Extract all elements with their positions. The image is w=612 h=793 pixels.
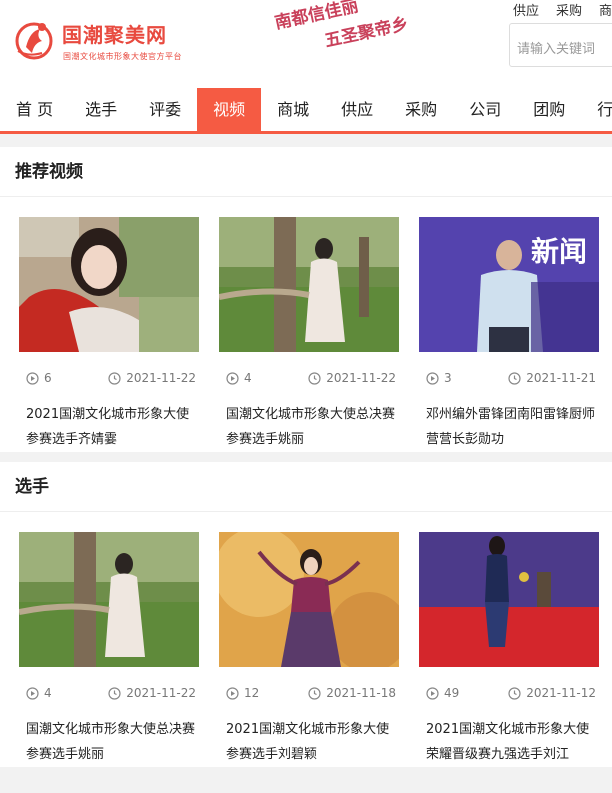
play-count-icon [226,371,239,385]
video-meta: 49 2021-11-12 [419,685,599,701]
play-count-icon [426,371,439,385]
publish-date: 2021-11-12 [526,686,596,700]
video-thumbnail[interactable] [19,217,199,352]
play-count-icon [26,686,39,700]
video-card[interactable]: 4 2021-11-22 国潮文化城市形象大使总决赛参赛选手姚丽 [219,217,399,452]
video-meta: 3 2021-11-21 [419,370,599,386]
card-list: 6 2021-11-22 2021国潮文化城市形象大使参赛选手齐婧霎 4 202… [0,197,612,452]
nav-item-judges[interactable]: 评委 [133,88,197,131]
clock-icon [108,686,121,700]
publish-date: 2021-11-21 [526,371,596,385]
section-title[interactable]: 推荐视频 [0,147,612,197]
publish-date: 2021-11-22 [326,371,396,385]
nav-item-purchase[interactable]: 采购 [389,88,453,131]
card-list: 4 2021-11-22 国潮文化城市形象大使总决赛参赛选手姚丽 12 2021… [0,512,612,767]
section-recommended-videos: 推荐视频 6 2021-11-22 2021国潮文化城市形象大使参赛选手齐婧霎 … [0,147,612,452]
video-title[interactable]: 国潮文化城市形象大使总决赛参赛选手姚丽 [19,717,199,767]
play-count-icon [26,371,39,385]
view-count: 4 [44,686,52,700]
video-title[interactable]: 国潮文化城市形象大使总决赛参赛选手姚丽 [219,402,399,452]
nav-item-supply[interactable]: 供应 [325,88,389,131]
clock-icon [508,371,521,385]
brand-subtitle: 国潮文化城市形象大使官方平台 [63,52,182,61]
nav-item-video[interactable]: 视频 [197,88,262,131]
brand-title[interactable]: 国潮聚美网 [62,19,167,48]
video-meta: 4 2021-11-22 [219,370,399,386]
clock-icon [308,371,321,385]
video-thumbnail[interactable]: 新闻 [419,217,599,352]
video-card[interactable]: 49 2021-11-12 2021国潮文化城市形象大使荣耀晋级赛九强选手刘江 [419,532,599,767]
video-card[interactable]: 6 2021-11-22 2021国潮文化城市形象大使参赛选手齐婧霎 [19,217,199,452]
view-count: 49 [444,686,460,700]
main-nav: 首 页 选手 评委 视频 商城 供应 采购 公司 团购 行 [0,88,612,134]
view-count: 4 [244,371,252,385]
banner-text: 新闻 [531,235,587,268]
toplink-purchase[interactable]: 采购 [556,0,582,19]
toplink-shop[interactable]: 商 [599,0,612,19]
video-thumbnail[interactable] [19,532,199,667]
nav-item-company[interactable]: 公司 [453,88,517,131]
nav-item-mall[interactable]: 商城 [261,88,325,131]
site-header: 国潮聚美网 国潮文化城市形象大使官方平台 南都信佳丽 五圣聚帝乡 供应 采购 商… [0,0,612,88]
video-thumbnail[interactable] [419,532,599,667]
video-title[interactable]: 邓州编外雷锋团南阳雷锋厨师营营长彭勋功 [419,402,599,452]
clock-icon [108,371,121,385]
nav-item-home[interactable]: 首 页 [0,88,69,131]
nav-item-contestants[interactable]: 选手 [69,88,133,131]
section-contestants: 选手 4 2021-11-22 国潮文化城市形象大使总决赛参赛选手姚丽 12 2… [0,462,612,767]
view-count: 3 [444,371,452,385]
publish-date: 2021-11-18 [326,686,396,700]
top-links: 供应 采购 商 [513,0,612,19]
video-meta: 12 2021-11-18 [219,685,399,701]
nav-item-industry[interactable]: 行 [581,88,612,131]
play-count-icon [426,686,439,700]
toplink-supply[interactable]: 供应 [513,0,539,19]
search-input[interactable]: 请输入关键词 [509,23,612,67]
clock-icon [308,686,321,700]
video-card[interactable]: 新闻 3 2021-11-21 邓州编外雷锋团南阳雷锋厨师营营长彭勋功 [419,217,599,452]
video-title[interactable]: 2021国潮文化城市形象大使荣耀晋级赛九强选手刘江 [419,717,599,767]
publish-date: 2021-11-22 [126,371,196,385]
video-meta: 4 2021-11-22 [19,685,199,701]
view-count: 6 [44,371,52,385]
video-title[interactable]: 2021国潮文化城市形象大使参赛选手刘碧颖 [219,717,399,767]
video-card[interactable]: 4 2021-11-22 国潮文化城市形象大使总决赛参赛选手姚丽 [19,532,199,767]
video-title[interactable]: 2021国潮文化城市形象大使参赛选手齐婧霎 [19,402,199,452]
brand-logo-icon[interactable] [12,17,56,61]
publish-date: 2021-11-22 [126,686,196,700]
clock-icon [508,686,521,700]
view-count: 12 [244,686,260,700]
play-count-icon [226,686,239,700]
video-thumbnail[interactable] [219,217,399,352]
video-meta: 6 2021-11-22 [19,370,199,386]
video-card[interactable]: 12 2021-11-18 2021国潮文化城市形象大使参赛选手刘碧颖 [219,532,399,767]
nav-item-groupbuy[interactable]: 团购 [517,88,581,131]
section-title[interactable]: 选手 [0,462,612,512]
video-thumbnail[interactable] [219,532,399,667]
